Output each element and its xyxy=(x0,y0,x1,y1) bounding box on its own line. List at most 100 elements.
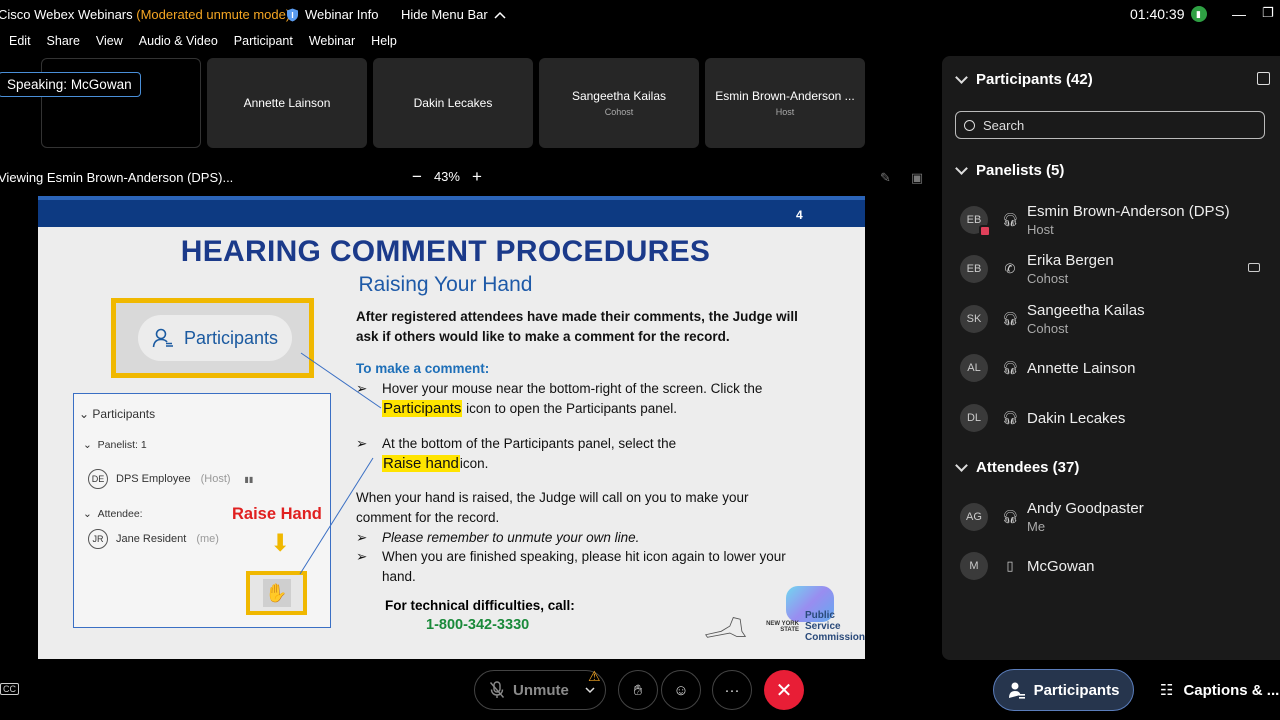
participant-name: Esmin Brown-Anderson (DPS) xyxy=(1027,203,1230,220)
avatar: DL xyxy=(960,404,988,432)
participant-role: Host xyxy=(1027,222,1054,237)
slide-intro: After registered attendees have made the… xyxy=(356,309,798,344)
menu-webinar[interactable]: Webinar xyxy=(301,34,363,54)
bullet-three: Please remember to unmute your own line. xyxy=(382,530,640,545)
attendees-section-header[interactable]: Attendees (37) xyxy=(955,458,1080,476)
zoom-out-button[interactable]: − xyxy=(412,168,422,185)
menu-participant[interactable]: Participant xyxy=(226,34,301,54)
participant-role: Cohost xyxy=(1027,271,1069,286)
app-title: Cisco Webex Webinars (Moderated unmute m… xyxy=(0,7,290,22)
microphone-muted-icon xyxy=(489,681,505,698)
tech-support-phone: 1-800-342-3330 xyxy=(426,617,530,633)
tile-name: Esmin Brown-Anderson ... xyxy=(715,89,855,103)
panelists-section-header[interactable]: Panelists (5) xyxy=(955,161,1065,179)
panelists-header-label: Panelists (5) xyxy=(976,162,1065,179)
webinar-info-label: Webinar Info xyxy=(305,7,379,22)
chevron-down-icon xyxy=(955,458,968,472)
headset-icon: 🎧︎ xyxy=(1001,509,1019,524)
bullet-four: When you are finished speaking, please h… xyxy=(382,549,786,584)
psc-name: Public Service Commission xyxy=(805,610,865,643)
view-options-icon[interactable]: ▣ xyxy=(911,170,923,186)
network-signal-icon[interactable]: ▮ xyxy=(1190,6,1207,22)
chevron-down-icon xyxy=(955,161,968,175)
emoji-icon: ☺ xyxy=(673,681,689,699)
participants-panel-title: Participants (42) xyxy=(976,71,1093,88)
participants-highlight: Participants xyxy=(382,400,463,417)
popout-icon[interactable] xyxy=(1257,72,1270,85)
avatar: AL xyxy=(960,354,988,382)
shared-slide: 4 HEARING COMMENT PROCEDURES Raising You… xyxy=(38,196,865,659)
more-icon: ··· xyxy=(724,681,740,699)
participant-row[interactable]: AG 🎧︎ Andy Goodpaster Me xyxy=(960,495,1270,539)
menu-bar: Edit Share View Audio & Video Participan… xyxy=(0,34,405,54)
title-bar: Cisco Webex Webinars (Moderated unmute m… xyxy=(0,0,1280,30)
minimize-window-button[interactable]: — xyxy=(1232,6,1246,22)
bullet-arrow: ➢ xyxy=(356,436,368,451)
reactions-button[interactable]: ☺ xyxy=(661,670,701,710)
participant-name: Andy Goodpaster xyxy=(1027,500,1144,517)
participant-row[interactable]: AL 🎧︎ Annette Lainson xyxy=(960,346,1270,390)
mobile-device-icon: ▯ xyxy=(1006,558,1014,573)
participant-row[interactable]: SK 🎧︎ Sangeetha Kailas Cohost xyxy=(960,297,1270,341)
avatar: EB xyxy=(960,206,991,237)
participant-info: Andy Goodpaster Me xyxy=(1027,500,1144,534)
webinar-info-button[interactable]: Webinar Info xyxy=(286,7,378,22)
captions-button[interactable]: ☷ Captions & ... xyxy=(1160,681,1279,700)
participant-row[interactable]: DL 🎧︎ Dakin Lecakes xyxy=(960,396,1270,440)
video-tile[interactable]: Annette Lainson xyxy=(207,58,367,148)
participant-role: Cohost xyxy=(1027,321,1069,336)
share-view-controls: ✎ ▣ xyxy=(880,170,923,186)
participant-row[interactable]: M ▯ McGowan xyxy=(960,544,1270,588)
menu-audio-video[interactable]: Audio & Video xyxy=(131,34,226,54)
menu-help[interactable]: Help xyxy=(363,34,405,54)
zoom-in-button[interactable]: + xyxy=(472,168,482,185)
restore-window-button[interactable]: ❐ xyxy=(1262,5,1274,21)
menu-edit[interactable]: Edit xyxy=(0,34,39,54)
unmute-label: Unmute xyxy=(513,681,569,699)
bullet-two: At the bottom of the Participants panel,… xyxy=(382,434,822,474)
search-input[interactable] xyxy=(983,117,1253,133)
menu-view[interactable]: View xyxy=(88,34,131,54)
video-tile[interactable]: Sangeetha Kailas Cohost xyxy=(539,58,699,148)
menu-share[interactable]: Share xyxy=(39,34,88,54)
more-options-button[interactable]: ··· xyxy=(712,670,752,710)
participant-row[interactable]: EB ✆ Erika Bergen Cohost xyxy=(960,247,1270,291)
tile-role: Cohost xyxy=(604,107,634,117)
warning-icon: ⚠ xyxy=(588,668,601,684)
avatar-initials: EB xyxy=(966,214,982,226)
video-tile[interactable]: Dakin Lecakes xyxy=(373,58,533,148)
participant-info: Esmin Brown-Anderson (DPS) Host xyxy=(1027,203,1230,237)
unmute-button[interactable]: Unmute xyxy=(474,670,606,710)
video-tile[interactable]: Esmin Brown-Anderson ... Host xyxy=(705,58,865,148)
participant-info: Erika Bergen Cohost xyxy=(1027,252,1114,286)
hide-menu-bar-button[interactable]: Hide Menu Bar xyxy=(401,7,506,22)
participant-search[interactable] xyxy=(955,111,1265,139)
make-comment-heading: To make a comment: xyxy=(356,361,490,376)
participant-name: McGowan xyxy=(1027,557,1095,575)
tech-support-label: For technical difficulties, call: xyxy=(385,598,575,613)
pointer-lines xyxy=(299,352,382,575)
chevron-down-icon xyxy=(955,70,968,84)
closed-captions-icon[interactable]: CC xyxy=(0,683,19,695)
headset-icon: 🎧︎ xyxy=(1001,311,1019,326)
attendees-header-label: Attendees (37) xyxy=(976,459,1080,476)
speaking-prefix: Speaking: xyxy=(7,77,68,92)
participant-row[interactable]: EB 🎧︎ Esmin Brown-Anderson (DPS) Host xyxy=(960,198,1270,242)
participant-name: Annette Lainson xyxy=(1027,359,1136,377)
bullet-arrow: ➢ xyxy=(356,381,368,396)
headset-icon: 🎧︎ xyxy=(1001,212,1019,227)
participants-panel-header[interactable]: Participants (42) xyxy=(955,70,1093,88)
raise-hand-button[interactable]: ✋︎ xyxy=(618,670,658,710)
psc-logo: NEW YORK STATE Public Service Commission xyxy=(704,610,865,643)
tile-name: Dakin Lecakes xyxy=(413,96,493,110)
ny-state-map-icon xyxy=(705,616,747,638)
participants-button[interactable]: Participants xyxy=(993,669,1134,711)
annotate-icon[interactable]: ✎ xyxy=(880,170,891,186)
chevron-down-icon[interactable] xyxy=(585,686,595,694)
hide-menu-label: Hide Menu Bar xyxy=(401,7,488,22)
leave-meeting-button[interactable]: ✕ xyxy=(764,670,804,710)
bullet-two-text: At the bottom of the Participants panel,… xyxy=(382,436,677,451)
participant-role: Me xyxy=(1027,519,1046,534)
participant-info: Dakin Lecakes xyxy=(1027,410,1125,427)
bullet-arrow: ➢ xyxy=(356,549,368,564)
